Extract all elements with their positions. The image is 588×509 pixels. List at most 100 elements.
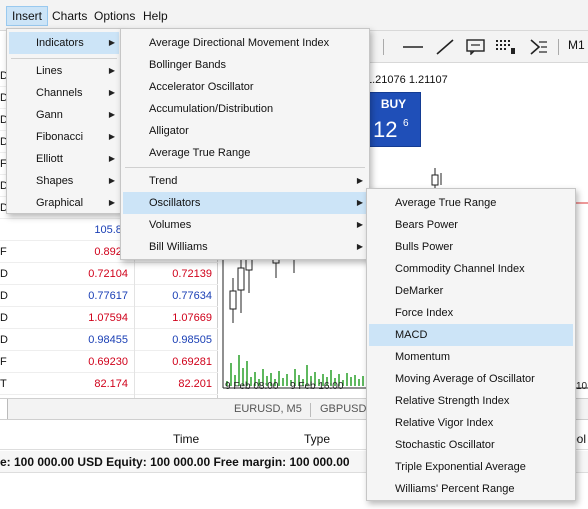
watch-row[interactable]: D 1.07594 1.07669 <box>0 307 218 329</box>
menu-item-osma[interactable]: Moving Average of Oscillator <box>369 368 573 390</box>
menu-item-elliott[interactable]: Elliott ▶ <box>9 148 119 170</box>
menu-item-lines[interactable]: Lines ▶ <box>9 60 119 82</box>
symbol-cell: T <box>0 378 7 390</box>
menu-item-channels[interactable]: Channels ▶ <box>9 82 119 104</box>
menu-item-accelerator-oscillator[interactable]: Accelerator Oscillator <box>123 76 367 98</box>
tab-separator <box>310 403 311 417</box>
menu-item-bill-williams[interactable]: Bill Williams ▶ <box>123 236 367 258</box>
toolbar <box>340 31 588 63</box>
buy-button[interactable]: BUY 12 6 <box>366 92 421 147</box>
chart-tab-eurusd[interactable]: EURUSD, M5 <box>234 403 302 415</box>
submenu-arrow-icon: ▶ <box>108 38 115 47</box>
menu-charts[interactable]: Charts <box>47 6 92 26</box>
symbol-cell: D <box>0 290 8 302</box>
menu-item-williams-percent-range[interactable]: Williams' Percent Range <box>369 478 573 500</box>
submenu-arrow-icon: ▶ <box>356 220 363 229</box>
insert-menu: Indicators ▶ Lines ▶ Channels ▶ Gann ▶ Fibon… <box>6 28 122 214</box>
menu-options[interactable]: Options <box>89 6 140 26</box>
watch-row[interactable]: D 0.98455 0.98505 <box>0 329 218 351</box>
menu-item-gann[interactable]: Gann ▶ <box>9 104 119 126</box>
menu-item-trend[interactable]: Trend ▶ <box>123 170 367 192</box>
text-label-icon[interactable] <box>465 39 487 55</box>
watch-row[interactable]: D 0.77617 0.77634 <box>0 285 218 307</box>
x-axis-label: 10 <box>576 381 588 392</box>
buy-label: BUY <box>380 97 407 111</box>
bid-cell: 0.77617 <box>88 290 128 302</box>
watch-row[interactable]: T 82.174 82.201 <box>0 373 218 395</box>
menu-item-shapes[interactable]: Shapes ▶ <box>9 170 119 192</box>
menu-item-trix[interactable]: Triple Exponential Average <box>369 456 573 478</box>
ask-cell: 0.77634 <box>172 290 212 302</box>
menu-item-bears-power[interactable]: Bears Power <box>369 214 573 236</box>
bid-cell: 105.87 <box>94 224 128 236</box>
column-time[interactable]: Time <box>173 432 199 446</box>
x-axis-label: 9 Feb 16:00 <box>290 381 344 392</box>
menu-item-accumulation-distribution[interactable]: Accumulation/Distribution <box>123 98 367 120</box>
menu-separator <box>11 58 117 59</box>
toolbar-separator <box>558 39 559 55</box>
watch-row[interactable]: F 0.69230 0.69281 <box>0 351 218 373</box>
bid-ask-strip: 1.21076 1.21107 <box>366 74 448 86</box>
menu-item-indicators[interactable]: Indicators ▶ <box>9 32 119 54</box>
submenu-arrow-icon: ▶ <box>108 110 115 119</box>
bid-cell: 0.72104 <box>88 268 128 280</box>
menu-item-average-true-range[interactable]: Average True Range <box>123 142 367 164</box>
submenu-arrow-icon: ▶ <box>356 176 363 185</box>
menu-insert[interactable]: Insert <box>6 6 49 26</box>
ask-cell: 0.98505 <box>172 334 212 346</box>
bid-cell: 0.8920 <box>94 246 128 258</box>
menu-item-bulls-power[interactable]: Bulls Power <box>369 236 573 258</box>
indicators-menu: Average Directional Movement Index Bolli… <box>120 28 370 260</box>
menu-item-volumes[interactable]: Volumes ▶ <box>123 214 367 236</box>
column-type[interactable]: Type <box>304 432 330 446</box>
symbol-cell: D <box>0 268 8 280</box>
submenu-arrow-icon: ▶ <box>108 154 115 163</box>
menu-item-bollinger-bands[interactable]: Bollinger Bands <box>123 54 367 76</box>
submenu-arrow-icon: ▶ <box>108 198 115 207</box>
symbol-cell: F <box>0 246 7 258</box>
ask-cell: 0.72139 <box>172 268 212 280</box>
chart-tab-blank[interactable] <box>0 399 8 419</box>
menu-item-cci[interactable]: Commodity Channel Index <box>369 258 573 280</box>
menu-help[interactable]: Help <box>138 6 173 26</box>
trend-line-icon[interactable] <box>435 39 455 55</box>
menu-item-momentum[interactable]: Momentum <box>369 346 573 368</box>
menu-item-oscillators[interactable]: Oscillators ▶ <box>123 192 367 214</box>
timeframe-button[interactable]: M1 <box>568 38 585 52</box>
submenu-arrow-icon: ▶ <box>108 66 115 75</box>
grid-icon[interactable] <box>495 39 517 55</box>
oscillators-menu: Average True Range Bears Power Bulls Pow… <box>366 188 576 501</box>
menu-item-atr[interactable]: Average True Range <box>369 192 573 214</box>
menu-item-stochastic[interactable]: Stochastic Oscillator <box>369 434 573 456</box>
x-axis-label: 9 Feb 08:00 <box>225 381 279 392</box>
symbol-cell: D <box>0 334 8 346</box>
ask-cell: 0.69281 <box>172 356 212 368</box>
buy-price-pip: 6 <box>403 118 409 129</box>
bid-cell: 0.69230 <box>88 356 128 368</box>
bid-cell: 0.98455 <box>88 334 128 346</box>
ask-cell: 1.07669 <box>172 312 212 324</box>
fibonacci-icon[interactable] <box>528 39 548 55</box>
submenu-arrow-icon: ▶ <box>356 198 363 207</box>
menu-item-demarker[interactable]: DeMarker <box>369 280 573 302</box>
watch-row[interactable]: D 0.72104 0.72139 <box>0 263 218 285</box>
menu-item-adx[interactable]: Average Directional Movement Index <box>123 32 367 54</box>
menu-bar: Insert Charts Options Help <box>0 0 588 31</box>
bid-cell: 1.07594 <box>88 312 128 324</box>
menu-item-rsi[interactable]: Relative Strength Index <box>369 390 573 412</box>
menu-item-graphical[interactable]: Graphical ▶ <box>9 192 119 214</box>
menu-item-alligator[interactable]: Alligator <box>123 120 367 142</box>
bid-cell: 82.174 <box>94 378 128 390</box>
horizontal-line-icon[interactable] <box>402 39 424 55</box>
submenu-arrow-icon: ▶ <box>108 132 115 141</box>
menu-item-force-index[interactable]: Force Index <box>369 302 573 324</box>
symbol-cell: F <box>0 356 7 368</box>
menu-item-macd[interactable]: MACD <box>369 324 573 346</box>
submenu-arrow-icon: ▶ <box>108 88 115 97</box>
menu-item-fibonacci[interactable]: Fibonacci ▶ <box>9 126 119 148</box>
menu-separator <box>125 167 365 168</box>
symbol-cell: D <box>0 312 8 324</box>
chart-tab-gbpusd[interactable]: GBPUSD, <box>320 403 370 415</box>
menu-item-rvi[interactable]: Relative Vigor Index <box>369 412 573 434</box>
buy-price-big: 12 <box>373 117 398 142</box>
